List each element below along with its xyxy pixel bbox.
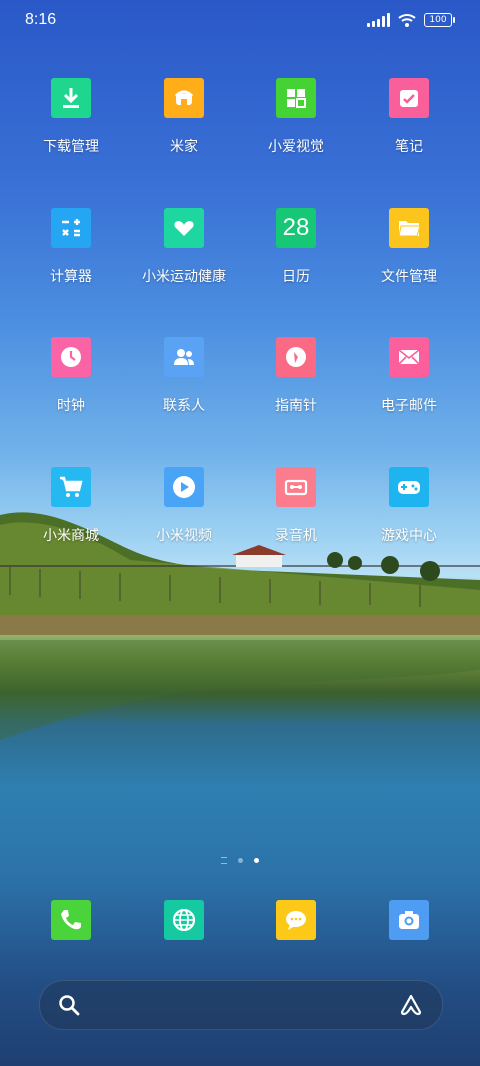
notes-icon[interactable] xyxy=(389,78,429,118)
mijia-icon[interactable] xyxy=(164,78,204,118)
gamepad-icon[interactable] xyxy=(389,467,429,507)
app-play[interactable]: 小米视频 xyxy=(128,467,240,545)
wifi-icon xyxy=(398,14,416,27)
app-label: 游戏中心 xyxy=(381,528,437,544)
compass-icon[interactable] xyxy=(276,337,316,377)
signal-icon xyxy=(367,13,390,27)
assistant-icon[interactable] xyxy=(398,993,424,1017)
dock-phone[interactable] xyxy=(15,900,127,940)
app-label: 小爱视觉 xyxy=(268,139,324,155)
app-download[interactable]: 下载管理 xyxy=(15,78,127,156)
app-label: 小米视频 xyxy=(156,528,212,544)
app-notes[interactable]: 笔记 xyxy=(353,78,465,156)
app-label: 小米运动健康 xyxy=(142,269,226,285)
app-mijia[interactable]: 米家 xyxy=(128,78,240,156)
app-label: 录音机 xyxy=(275,528,317,544)
contacts-icon[interactable] xyxy=(164,337,204,377)
clock-icon[interactable] xyxy=(51,337,91,377)
app-label: 电子邮件 xyxy=(381,398,437,414)
dock-camera[interactable] xyxy=(353,900,465,940)
app-mail[interactable]: 电子邮件 xyxy=(353,337,465,415)
page-indicator[interactable] xyxy=(0,857,480,864)
calendar-date: 28 xyxy=(282,214,310,241)
dock-messages[interactable] xyxy=(240,900,352,940)
cart-icon[interactable] xyxy=(51,467,91,507)
app-calculator[interactable]: 计算器 xyxy=(15,208,127,286)
app-label: 笔记 xyxy=(395,139,423,155)
app-label: 联系人 xyxy=(163,398,205,414)
messages-icon[interactable] xyxy=(276,900,316,940)
app-label: 米家 xyxy=(170,139,198,155)
folder-icon[interactable] xyxy=(389,208,429,248)
wallpaper-reflection xyxy=(0,640,480,740)
play-icon[interactable] xyxy=(164,467,204,507)
camera-icon[interactable] xyxy=(389,900,429,940)
dock xyxy=(0,900,480,940)
app-gamepad[interactable]: 游戏中心 xyxy=(353,467,465,545)
phone-icon[interactable] xyxy=(51,900,91,940)
app-clock[interactable]: 时钟 xyxy=(15,337,127,415)
app-label: 下载管理 xyxy=(43,139,99,155)
dock-browser[interactable] xyxy=(128,900,240,940)
app-label: 计算器 xyxy=(50,269,92,285)
app-folder[interactable]: 文件管理 xyxy=(353,208,465,286)
app-contacts[interactable]: 联系人 xyxy=(128,337,240,415)
calendar-icon[interactable]: 28 xyxy=(276,208,316,248)
recorder-icon[interactable] xyxy=(276,467,316,507)
app-label: 日历 xyxy=(282,269,310,285)
vision-icon[interactable] xyxy=(276,78,316,118)
app-cart[interactable]: 小米商城 xyxy=(15,467,127,545)
app-label: 指南针 xyxy=(275,398,317,414)
health-icon[interactable] xyxy=(164,208,204,248)
app-recorder[interactable]: 录音机 xyxy=(240,467,352,545)
app-calendar[interactable]: 28 日历 xyxy=(240,208,352,286)
page-indicator-feed[interactable] xyxy=(221,857,227,864)
page-dot-active[interactable] xyxy=(254,858,259,863)
battery-icon: 100 xyxy=(424,13,455,27)
calculator-icon[interactable] xyxy=(51,208,91,248)
mail-icon[interactable] xyxy=(389,337,429,377)
browser-icon[interactable] xyxy=(164,900,204,940)
app-vision[interactable]: 小爱视觉 xyxy=(240,78,352,156)
app-label: 小米商城 xyxy=(43,528,99,544)
app-label: 文件管理 xyxy=(381,269,437,285)
status-bar: 8:16 100 xyxy=(0,0,480,44)
app-label: 时钟 xyxy=(57,398,85,414)
app-health[interactable]: 小米运动健康 xyxy=(128,208,240,286)
search-bar[interactable] xyxy=(39,980,443,1030)
search-icon[interactable] xyxy=(58,994,80,1016)
app-compass[interactable]: 指南针 xyxy=(240,337,352,415)
status-time: 8:16 xyxy=(25,11,57,28)
download-icon[interactable] xyxy=(51,78,91,118)
page-dot[interactable] xyxy=(238,858,243,863)
